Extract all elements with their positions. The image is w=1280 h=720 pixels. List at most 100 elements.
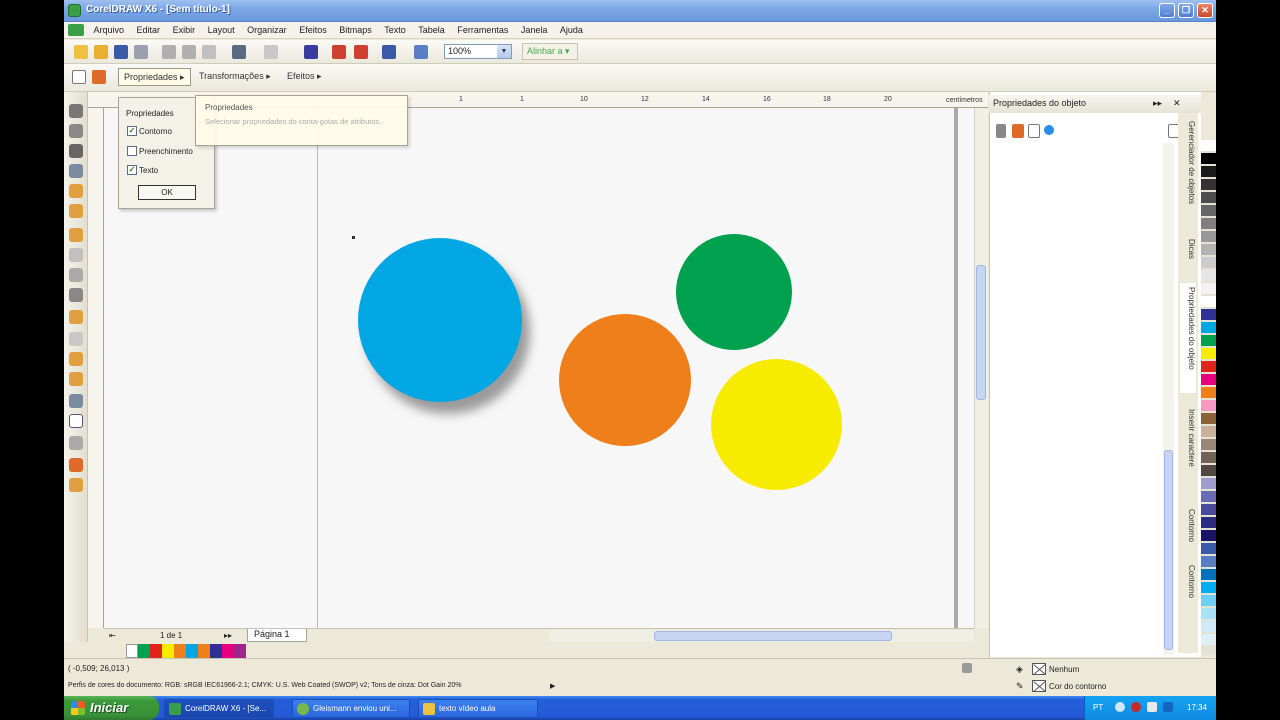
palette-swatch[interactable]	[1201, 400, 1216, 411]
tab-hints[interactable]: Dicas	[1180, 235, 1196, 275]
palette-swatch[interactable]	[1201, 192, 1216, 203]
palette-swatch[interactable]	[1201, 543, 1216, 554]
palette-swatch[interactable]	[1201, 374, 1216, 385]
artistic-media-icon[interactable]	[69, 204, 83, 218]
vertical-scroll-thumb[interactable]	[976, 265, 986, 400]
chevron-right-icon[interactable]: ▶	[550, 682, 555, 690]
paint-bucket-icon[interactable]	[92, 70, 106, 84]
checkbox-text[interactable]: ✓	[127, 165, 137, 175]
blue-circle[interactable]	[358, 238, 522, 402]
ellipse-properties-icon[interactable]	[1044, 125, 1054, 135]
restore-button[interactable]: ❐	[1178, 3, 1194, 18]
export-icon[interactable]	[354, 45, 368, 59]
eyedropper-tool-icon[interactable]	[69, 414, 83, 428]
minimize-button[interactable]: _	[1159, 3, 1175, 18]
palette-swatch[interactable]	[1201, 283, 1216, 294]
crop-tool-icon[interactable]	[69, 144, 83, 158]
transformations-dropdown[interactable]: Transformações ▸	[194, 68, 276, 86]
ellipse-tool-icon[interactable]	[69, 248, 83, 262]
swatch[interactable]	[186, 644, 198, 658]
menu-texto[interactable]: Texto	[379, 22, 411, 35]
menu-arquivo[interactable]: Arquivo	[89, 22, 130, 35]
menu-ajuda[interactable]: Ajuda	[555, 22, 588, 35]
dimension-tool-icon[interactable]	[69, 352, 83, 366]
undo-icon[interactable]	[232, 45, 246, 59]
redo-icon[interactable]	[264, 45, 278, 59]
palette-swatch[interactable]	[1201, 231, 1216, 242]
swatch[interactable]	[162, 644, 174, 658]
tab-insert-character[interactable]: Inserir caractere	[1180, 405, 1196, 495]
import-icon[interactable]	[332, 45, 346, 59]
chevron-down-icon[interactable]: ▼	[497, 45, 511, 58]
docker-close-icon[interactable]: ✕	[1173, 98, 1181, 109]
orange-circle[interactable]	[559, 314, 691, 446]
menu-tabela[interactable]: Tabela	[413, 22, 450, 35]
swatch[interactable]	[210, 644, 222, 658]
polygon-tool-icon[interactable]	[69, 268, 83, 282]
effects-dropdown[interactable]: Efeitos ▸	[282, 68, 327, 86]
rectangle-tool-icon[interactable]	[69, 228, 83, 242]
next-page-icon[interactable]: ▸▸	[224, 631, 232, 640]
fill-tool-icon[interactable]	[69, 458, 83, 472]
palette-swatch[interactable]	[1201, 140, 1216, 151]
palette-swatch[interactable]	[1201, 153, 1216, 164]
palette-swatch[interactable]	[1201, 257, 1216, 268]
pick-tool-icon[interactable]	[69, 104, 83, 118]
media-icon[interactable]	[1163, 702, 1173, 712]
paste-icon[interactable]	[202, 45, 216, 59]
search-content-icon[interactable]	[304, 45, 318, 59]
interactive-fill-icon[interactable]	[69, 478, 83, 492]
swatch[interactable]	[222, 644, 234, 658]
drawing-canvas[interactable]	[104, 108, 974, 628]
antivirus-icon[interactable]	[1131, 702, 1141, 712]
palette-swatch[interactable]	[1201, 218, 1216, 229]
fill-indicator[interactable]: ◈ Nenhum	[1016, 663, 1079, 675]
palette-swatch[interactable]	[1201, 452, 1216, 463]
docker-scroll-thumb[interactable]	[1164, 450, 1173, 650]
basic-shapes-icon[interactable]	[69, 288, 83, 302]
docker-expand-icon[interactable]: ▸▸	[1153, 98, 1162, 109]
outline-tool-icon[interactable]	[69, 436, 83, 450]
option-outline[interactable]: ✓ Contorno	[127, 126, 172, 136]
shape-tool-icon[interactable]	[69, 124, 83, 138]
menu-bitmaps[interactable]: Bitmaps	[334, 22, 377, 35]
menu-exibir[interactable]: Exibir	[168, 22, 201, 35]
palette-swatch[interactable]	[1201, 387, 1216, 398]
tab-outline[interactable]: Contorno	[1180, 505, 1196, 553]
option-fill[interactable]: Preenchimento	[127, 146, 193, 156]
color-profile-info[interactable]: Perfis de cores do documento: RGB: sRGB …	[68, 682, 461, 689]
text-tool-icon[interactable]	[69, 310, 83, 324]
task-messenger[interactable]: Gleismann enviou uni...	[292, 699, 410, 718]
palette-swatch[interactable]	[1201, 335, 1216, 346]
palette-swatch[interactable]	[1201, 478, 1216, 489]
page-tab[interactable]: Página 1	[247, 629, 307, 642]
swatch[interactable]	[198, 644, 210, 658]
freehand-tool-icon[interactable]	[69, 184, 83, 198]
palette-swatch[interactable]	[1201, 348, 1216, 359]
table-tool-icon[interactable]	[69, 332, 83, 346]
palette-swatch[interactable]	[1201, 244, 1216, 255]
palette-swatch[interactable]	[1201, 504, 1216, 515]
yellow-circle[interactable]	[711, 359, 842, 490]
zoom-tool-icon[interactable]	[69, 164, 83, 178]
properties-dropdown[interactable]: Propriedades ▸	[118, 68, 191, 86]
cut-icon[interactable]	[162, 45, 176, 59]
tab-object-manager[interactable]: Gerenciador de objetos	[1180, 117, 1196, 227]
menu-efeitos[interactable]: Efeitos	[294, 22, 332, 35]
palette-swatch[interactable]	[1201, 517, 1216, 528]
start-button[interactable]: Iniciar	[64, 696, 159, 720]
swatch[interactable]	[174, 644, 186, 658]
checkbox-fill[interactable]	[127, 146, 137, 156]
horizontal-scroll-thumb[interactable]	[654, 631, 892, 641]
swatch[interactable]	[126, 644, 138, 658]
palette-swatch[interactable]	[1201, 582, 1216, 593]
snap-to-dropdown[interactable]: Alinhar a ▾	[522, 43, 578, 60]
menu-editar[interactable]: Editar	[132, 22, 166, 35]
language-indicator[interactable]: PT	[1093, 703, 1103, 712]
swatch[interactable]	[234, 644, 246, 658]
fill-icon[interactable]	[1012, 124, 1024, 138]
eyedropper-icon[interactable]	[72, 70, 86, 84]
palette-swatch[interactable]	[1201, 413, 1216, 424]
palette-swatch[interactable]	[1201, 465, 1216, 476]
checkbox-outline[interactable]: ✓	[127, 126, 137, 136]
